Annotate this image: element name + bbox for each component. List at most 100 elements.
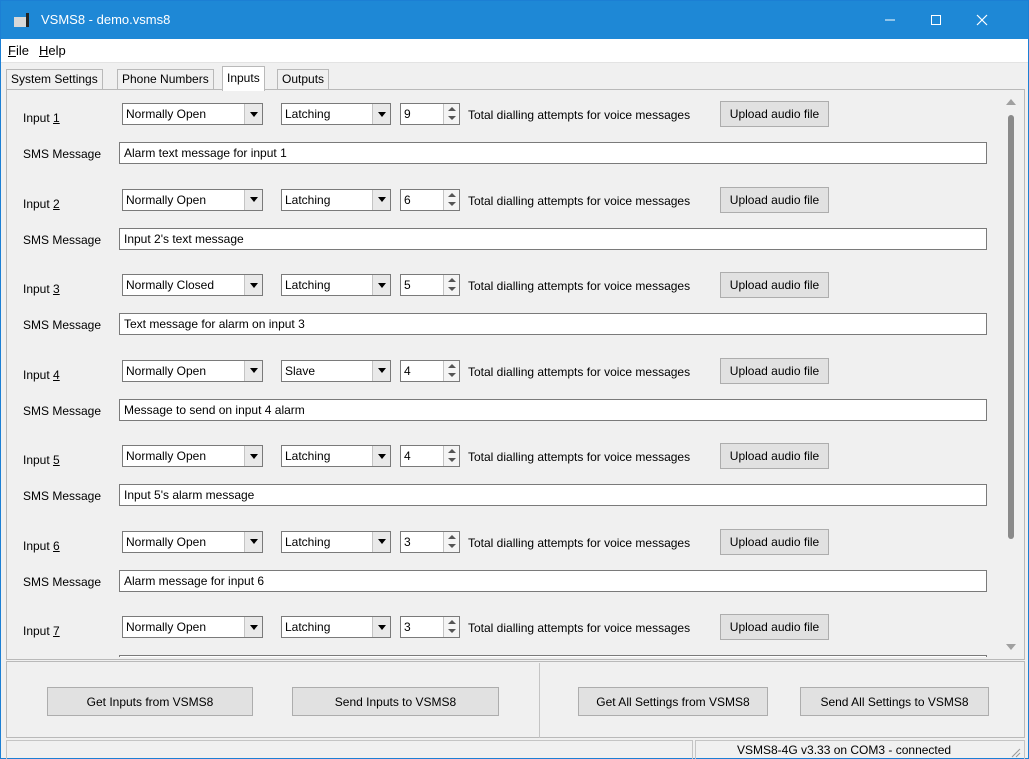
upload-audio-button[interactable]: Upload audio file: [720, 272, 829, 298]
chevron-down-icon[interactable]: [372, 189, 390, 210]
scroll-down-icon[interactable]: [1006, 644, 1016, 650]
tab-outputs[interactable]: Outputs: [277, 69, 330, 90]
input-label: Input 5: [23, 453, 60, 467]
upload-audio-button[interactable]: Upload audio file: [720, 443, 829, 469]
spin-arrows-icon[interactable]: [443, 275, 459, 295]
main-window: VSMS8 - demo.vsms8 File Help System Sett…: [0, 0, 1029, 759]
mode-select[interactable]: Latching: [281, 616, 391, 638]
sms-message-input[interactable]: Alarm message for input 6: [119, 569, 987, 592]
close-icon: [976, 14, 988, 26]
title-bar[interactable]: VSMS8 - demo.vsms8: [1, 1, 1028, 39]
dialling-attempts-stepper[interactable]: 3: [400, 530, 460, 553]
chevron-down-icon[interactable]: [244, 189, 262, 210]
mode-value: Latching: [285, 534, 331, 549]
maximize-button[interactable]: [913, 1, 959, 39]
upload-audio-button[interactable]: Upload audio file: [720, 357, 829, 384]
sms-message-input[interactable]: [119, 655, 987, 657]
mode-select[interactable]: Latching: [281, 530, 391, 553]
sms-message-input[interactable]: Input 5's alarm message: [119, 484, 987, 506]
chevron-down-icon[interactable]: [372, 275, 390, 295]
chevron-down-icon[interactable]: [244, 360, 262, 381]
minimize-button[interactable]: [867, 1, 913, 39]
close-button[interactable]: [959, 1, 1005, 39]
sms-message-input[interactable]: Alarm text message for input 1: [119, 142, 987, 164]
contact-type-select[interactable]: Normally Open: [122, 188, 263, 211]
attempts-label: Total dialling attempts for voice messag…: [468, 621, 691, 635]
sms-message-input[interactable]: Message to send on input 4 alarm: [119, 398, 987, 421]
contact-type-select[interactable]: Normally Open: [122, 445, 263, 467]
chevron-down-icon[interactable]: [372, 360, 390, 381]
sms-message-input[interactable]: Input 2's text message: [119, 227, 987, 250]
upload-audio-button[interactable]: Upload audio file: [720, 186, 829, 213]
send-all-settings-button[interactable]: Send All Settings to VSMS8: [800, 687, 989, 716]
tab-phone-numbers[interactable]: Phone Numbers: [117, 69, 214, 90]
chevron-down-icon[interactable]: [372, 617, 390, 637]
sms-message-label: SMS Message: [23, 318, 102, 332]
attempts-value: 5: [404, 278, 411, 292]
chevron-down-icon[interactable]: [244, 275, 262, 295]
tab-system-settings[interactable]: System Settings: [6, 69, 103, 90]
dialling-attempts-stepper[interactable]: 9: [400, 103, 460, 125]
resize-grip-icon[interactable]: [1011, 748, 1021, 758]
attempts-value: 4: [404, 363, 411, 378]
dialling-attempts-stepper[interactable]: 6: [400, 188, 460, 211]
sms-message-input[interactable]: Text message for alarm on input 3: [119, 313, 987, 335]
contact-type-select[interactable]: Normally Open: [122, 359, 263, 382]
attempts-label: Total dialling attempts for voice messag…: [468, 535, 691, 550]
spin-arrows-icon[interactable]: [443, 617, 459, 637]
mode-select[interactable]: Latching: [281, 445, 391, 467]
spin-arrows-icon[interactable]: [443, 189, 459, 210]
contact-type-value: Normally Open: [126, 449, 207, 463]
dialling-attempts-stepper[interactable]: 4: [400, 359, 460, 382]
dialling-attempts-stepper[interactable]: 5: [400, 274, 460, 296]
minimize-icon: [885, 19, 895, 21]
spin-arrows-icon[interactable]: [443, 104, 459, 124]
sms-message-label: SMS Message: [23, 232, 102, 247]
chevron-down-icon[interactable]: [372, 104, 390, 124]
menu-help[interactable]: Help: [39, 43, 66, 58]
get-inputs-button[interactable]: Get Inputs from VSMS8: [47, 687, 253, 716]
sms-message-label: SMS Message: [23, 147, 102, 161]
chevron-down-icon[interactable]: [372, 531, 390, 552]
spin-arrows-icon[interactable]: [443, 360, 459, 381]
send-inputs-button[interactable]: Send Inputs to VSMS8: [292, 687, 499, 716]
mode-select[interactable]: Latching: [281, 274, 391, 296]
mode-select[interactable]: Slave: [281, 359, 391, 382]
chevron-down-icon[interactable]: [372, 446, 390, 466]
mode-value: Latching: [285, 449, 331, 463]
upload-audio-button[interactable]: Upload audio file: [720, 528, 829, 555]
contact-type-value: Normally Open: [126, 363, 207, 378]
get-all-settings-button[interactable]: Get All Settings from VSMS8: [578, 687, 768, 716]
sms-message-label: SMS Message: [23, 574, 102, 589]
mode-select[interactable]: Latching: [281, 188, 391, 211]
spin-arrows-icon[interactable]: [443, 531, 459, 552]
dialling-attempts-stepper[interactable]: 3: [400, 616, 460, 638]
chevron-down-icon[interactable]: [244, 446, 262, 466]
vertical-scrollbar[interactable]: [1001, 93, 1021, 656]
upload-audio-button[interactable]: Upload audio file: [720, 614, 829, 640]
tab-inputs[interactable]: Inputs: [222, 66, 265, 91]
contact-type-select[interactable]: Normally Open: [122, 530, 263, 553]
contact-type-select[interactable]: Normally Closed: [122, 274, 263, 296]
scroll-thumb[interactable]: [1008, 115, 1014, 539]
chevron-down-icon[interactable]: [244, 531, 262, 552]
window-title: VSMS8 - demo.vsms8: [41, 12, 171, 27]
app-icon: [14, 13, 29, 27]
chevron-down-icon[interactable]: [244, 617, 262, 637]
action-divider: [539, 663, 540, 738]
mode-value: Slave: [285, 363, 316, 378]
scroll-up-icon[interactable]: [1006, 99, 1016, 105]
contact-type-select[interactable]: Normally Open: [122, 616, 263, 638]
dialling-attempts-stepper[interactable]: 4: [400, 445, 460, 467]
inputs-list: Input 1 Normally Open Latching 9 Total diall…: [7, 90, 997, 657]
mode-select[interactable]: Latching: [281, 103, 391, 125]
menu-file[interactable]: File: [8, 43, 29, 58]
attempts-label: Total dialling attempts for voice messag…: [468, 108, 691, 122]
chevron-down-icon[interactable]: [244, 104, 262, 124]
upload-audio-button[interactable]: Upload audio file: [720, 101, 829, 127]
spin-arrows-icon[interactable]: [443, 446, 459, 466]
mode-value: Latching: [285, 107, 331, 121]
status-text: VSMS8-4G v3.33 on COM3 - connected: [695, 740, 1025, 759]
contact-type-select[interactable]: Normally Open: [122, 103, 263, 125]
sms-message-label: SMS Message: [23, 403, 102, 418]
